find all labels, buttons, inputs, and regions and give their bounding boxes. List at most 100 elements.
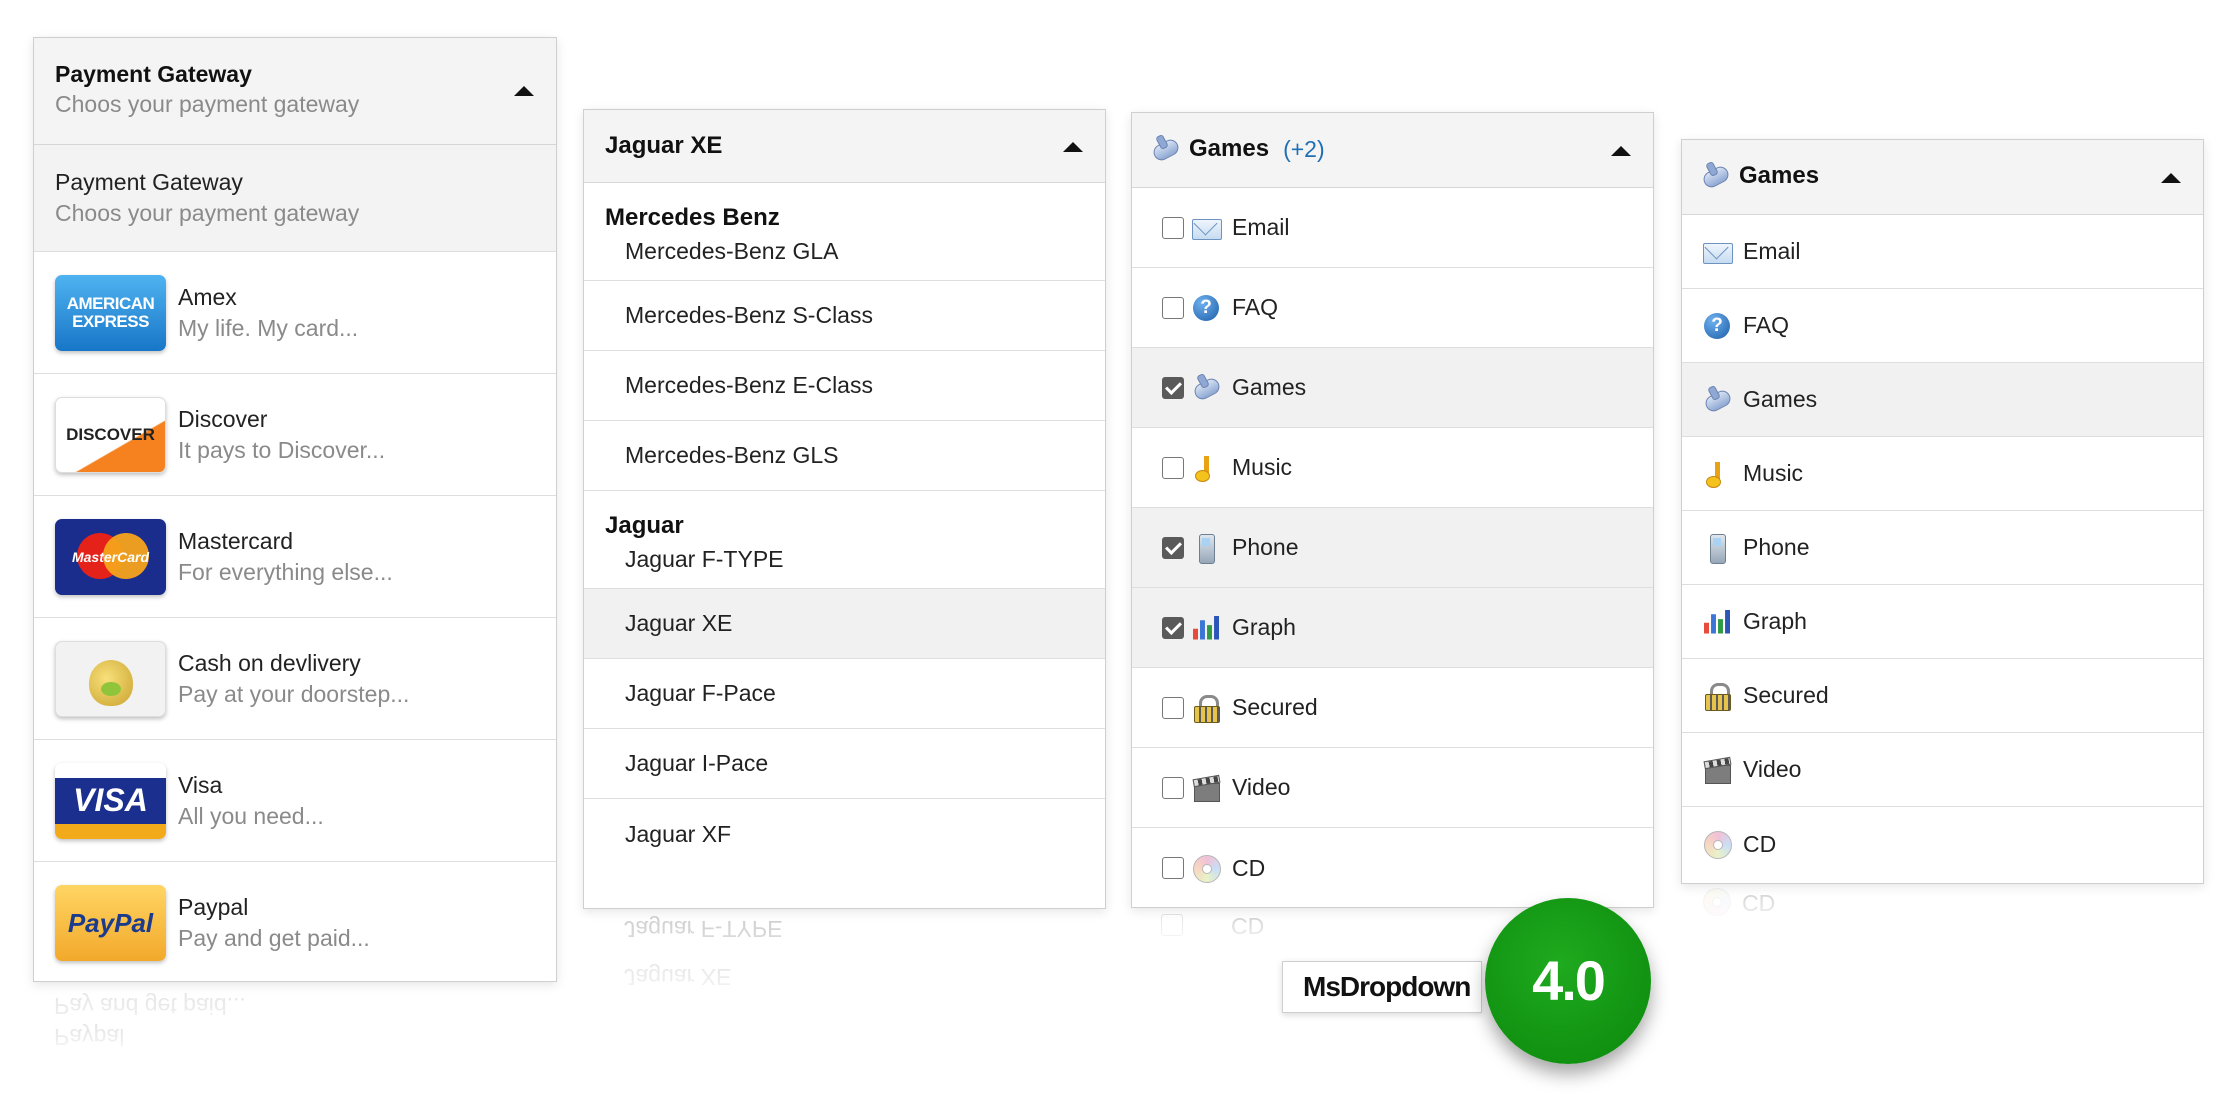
option-graph[interactable]: Graph	[1682, 585, 2203, 659]
car-option-mercedes-e-class[interactable]: Mercedes-Benz E-Class	[584, 351, 1105, 421]
bar-chart-icon	[1702, 607, 1732, 637]
option-email[interactable]: Email	[1132, 188, 1653, 268]
mastercard-logo-text: MasterCard	[71, 548, 150, 565]
car-option-mercedes-gla[interactable]: Mercedes-Benz GLA	[584, 232, 1105, 281]
payment-option-name: Mastercard	[178, 527, 294, 554]
checkbox-reflection	[1161, 914, 1183, 937]
option-label: Secured	[1232, 694, 1318, 720]
payment-option-desc: It pays to Discover...	[178, 436, 386, 463]
games-dropdown[interactable]: Games Email FAQ Games Music Phone Graph …	[1681, 139, 2204, 884]
reflection-text: CD	[1742, 890, 1776, 917]
car-dropdown[interactable]: Jaguar XE Mercedes Benz Mercedes-Benz GL…	[583, 109, 1106, 909]
option-email[interactable]: Email	[1682, 215, 2203, 289]
payment-default-subtitle: Choos your payment gateway	[55, 200, 360, 226]
payment-option-discover[interactable]: DISCOVER Discover It pays to Discover...	[34, 374, 556, 496]
caret-up-icon[interactable]	[1063, 142, 1083, 152]
payment-option-name: Visa	[178, 771, 223, 798]
checkbox-checked[interactable]	[1162, 376, 1184, 399]
car-dropdown-header[interactable]: Jaguar XE	[584, 110, 1105, 183]
option-label: Video	[1743, 756, 1802, 782]
caret-up-icon[interactable]	[1611, 146, 1631, 156]
reflection-text: Pay and get paid...	[54, 993, 246, 1019]
payment-option-default[interactable]: Payment Gateway Choos your payment gatew…	[34, 145, 556, 252]
option-label: CD	[1232, 854, 1266, 881]
option-label: Games	[1232, 374, 1307, 400]
option-faq[interactable]: FAQ	[1132, 268, 1653, 348]
mail-icon	[1702, 237, 1733, 267]
option-label: FAQ	[1743, 312, 1790, 338]
music-note-icon	[1702, 459, 1732, 489]
payment-dropdown-header[interactable]: Payment Gateway Choos your payment gatew…	[34, 38, 556, 145]
car-option-mercedes-gls[interactable]: Mercedes-Benz GLS	[584, 421, 1105, 491]
games-multiselect-dropdown[interactable]: Games (+2) Email FAQ Games Music Phone G…	[1131, 112, 1654, 908]
payment-gateway-dropdown[interactable]: Payment Gateway Choos your payment gatew…	[33, 37, 557, 982]
option-label: Music	[1232, 454, 1293, 480]
payment-option-mastercard[interactable]: MasterCard Mastercard For everything else…	[34, 496, 556, 618]
games-multi-header[interactable]: Games (+2)	[1132, 113, 1653, 188]
payment-option-name: Paypal	[178, 894, 249, 920]
option-phone[interactable]: Phone	[1132, 508, 1653, 588]
msdropdown-version-badge: MsDropdown 4.0	[1282, 898, 1652, 1068]
payment-option-amex[interactable]: AMERICAN EXPRESS Amex My life. My card...	[34, 252, 556, 374]
option-secured[interactable]: Secured	[1132, 668, 1653, 748]
optgroup-label-jaguar: Jaguar	[605, 512, 684, 539]
payment-option-cash[interactable]: Cash on devlivery Pay at your doorstep...	[34, 618, 556, 740]
car-option-jaguar-i-pace[interactable]: Jaguar I-Pace	[584, 729, 1105, 799]
phone-icon	[1702, 533, 1732, 564]
payment-option-paypal[interactable]: PayPal Paypal Pay and get paid...	[34, 862, 556, 984]
option-games[interactable]: Games	[1682, 363, 2203, 437]
caret-up-icon[interactable]	[514, 86, 534, 96]
option-label: Graph	[1743, 608, 1807, 634]
help-icon	[1702, 311, 1732, 341]
option-secured[interactable]: Secured	[1682, 659, 2203, 733]
checkbox[interactable]	[1162, 857, 1184, 879]
games-dropdown-header[interactable]: Games	[1682, 140, 2203, 215]
help-icon	[1191, 293, 1221, 323]
option-label: Video	[1232, 774, 1291, 800]
selection-count-badge: (+2)	[1283, 135, 1325, 162]
car-option-jaguar-xf[interactable]: Jaguar XF	[584, 799, 1105, 869]
payment-option-name: Cash on devlivery	[178, 649, 361, 676]
payment-option-desc: All you need...	[178, 802, 324, 829]
option-graph[interactable]: Graph	[1132, 588, 1653, 668]
lock-icon	[1191, 693, 1221, 723]
payment-default-title: Payment Gateway	[55, 169, 243, 195]
option-label: Phone	[1232, 534, 1299, 560]
option-music[interactable]: Music	[1682, 437, 2203, 511]
car-option-jaguar-f-type[interactable]: Jaguar F-TYPE	[584, 540, 1105, 589]
caret-up-icon[interactable]	[2161, 173, 2181, 183]
car-option-jaguar-xe[interactable]: Jaguar XE	[584, 589, 1105, 659]
payment-header-title: Payment Gateway	[55, 61, 252, 87]
option-video[interactable]: Video	[1132, 748, 1653, 828]
option-label: Games	[1743, 386, 1818, 412]
option-faq[interactable]: FAQ	[1682, 289, 2203, 363]
option-games[interactable]: Games	[1132, 348, 1653, 428]
checkbox[interactable]	[1162, 696, 1184, 719]
checkbox[interactable]	[1162, 776, 1184, 799]
checkbox[interactable]	[1162, 216, 1184, 239]
bar-chart-icon	[1191, 613, 1221, 643]
option-phone[interactable]: Phone	[1682, 511, 2203, 585]
option-cd[interactable]: CD	[1132, 828, 1653, 908]
checkbox[interactable]	[1162, 296, 1184, 319]
paypal-logo-text: PayPal	[67, 907, 154, 938]
option-cd[interactable]: CD	[1682, 807, 2203, 881]
car-option-jaguar-f-pace[interactable]: Jaguar F-Pace	[584, 659, 1105, 729]
payment-option-desc: For everything else...	[178, 558, 393, 585]
checkbox[interactable]	[1162, 456, 1184, 479]
reflection-text: Paypal	[54, 1024, 125, 1050]
reflection-text: Jaguar XE	[624, 964, 732, 990]
phone-icon	[1191, 533, 1221, 564]
option-label: Phone	[1743, 534, 1810, 560]
option-video[interactable]: Video	[1682, 733, 2203, 807]
payment-dropdown-reflection: Paypal Pay and get paid...	[33, 990, 557, 1090]
option-music[interactable]: Music	[1132, 428, 1653, 508]
payment-option-visa[interactable]: VISA Visa All you need...	[34, 740, 556, 862]
checkbox-checked[interactable]	[1162, 536, 1184, 559]
clapperboard-icon	[1191, 773, 1221, 803]
games-multi-selected: Games	[1189, 135, 1270, 162]
gamepad-icon	[1700, 161, 1730, 191]
games-selected-value: Games	[1739, 162, 1820, 189]
checkbox-checked[interactable]	[1162, 616, 1184, 639]
car-option-mercedes-s-class[interactable]: Mercedes-Benz S-Class	[584, 281, 1105, 351]
